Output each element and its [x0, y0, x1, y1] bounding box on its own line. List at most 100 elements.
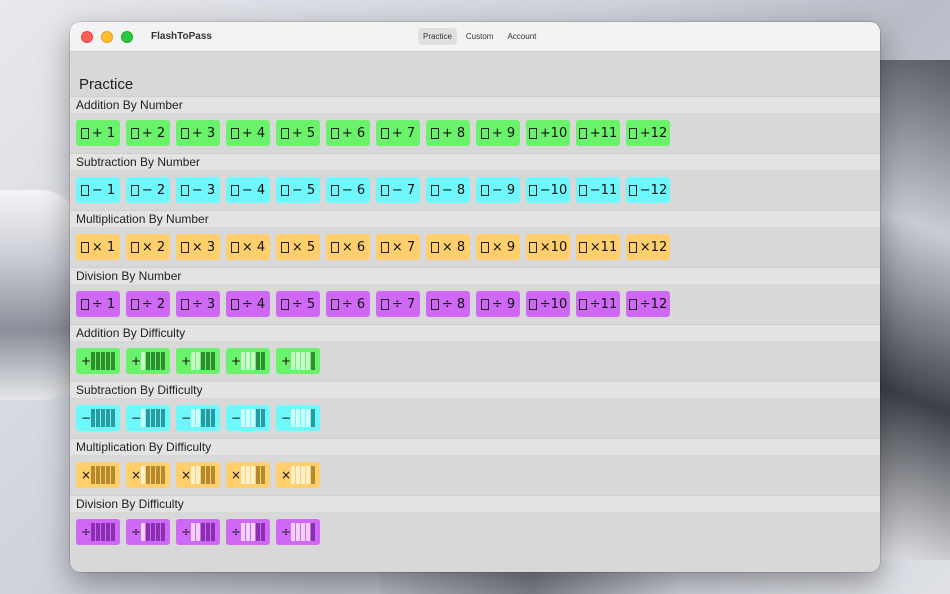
practice-number-button[interactable]: −10 — [526, 177, 570, 203]
practice-number-button[interactable]: + 3 — [176, 120, 220, 146]
practice-number-button[interactable]: +12 — [626, 120, 670, 146]
difficulty-bar — [246, 523, 250, 541]
difficulty-bar — [146, 466, 150, 484]
difficulty-bar — [241, 409, 245, 427]
button-label: ÷ 2 — [141, 296, 166, 312]
difficulty-button[interactable]: − — [226, 405, 270, 431]
difficulty-button[interactable]: − — [76, 405, 120, 431]
section-header: Division By Difficulty — [70, 495, 880, 512]
button-label: ÷ 7 — [391, 296, 416, 312]
practice-number-button[interactable]: ×11 — [576, 234, 620, 260]
practice-number-button[interactable]: × 7 — [376, 234, 420, 260]
practice-number-button[interactable]: − 4 — [226, 177, 270, 203]
difficulty-bar — [111, 409, 115, 427]
practice-number-button[interactable]: − 7 — [376, 177, 420, 203]
difficulty-button[interactable]: ÷ — [126, 519, 170, 545]
practice-number-button[interactable]: ÷10 — [526, 291, 570, 317]
tab-account[interactable]: Account — [502, 28, 541, 45]
operator-label: + — [231, 354, 242, 368]
zoom-window-button[interactable] — [121, 30, 133, 43]
practice-number-button[interactable]: + 7 — [376, 120, 420, 146]
practice-number-button[interactable]: ÷ 2 — [126, 291, 170, 317]
difficulty-bars-icon — [291, 523, 315, 541]
difficulty-button[interactable]: + — [126, 348, 170, 374]
practice-number-button[interactable]: −12 — [626, 177, 670, 203]
placeholder-box-icon — [528, 127, 537, 139]
practice-number-button[interactable]: ÷12 — [626, 291, 670, 317]
practice-number-button[interactable]: ×10 — [526, 234, 570, 260]
difficulty-button[interactable]: × — [276, 462, 320, 488]
practice-number-button[interactable]: ÷ 7 — [376, 291, 420, 317]
difficulty-button[interactable]: ÷ — [276, 519, 320, 545]
difficulty-button[interactable]: − — [276, 405, 320, 431]
difficulty-button[interactable]: × — [226, 462, 270, 488]
difficulty-button[interactable]: ÷ — [226, 519, 270, 545]
practice-number-button[interactable]: − 9 — [476, 177, 520, 203]
difficulty-bar — [291, 352, 295, 370]
practice-number-button[interactable]: × 9 — [476, 234, 520, 260]
tab-practice[interactable]: Practice — [418, 28, 457, 45]
practice-number-button[interactable]: × 8 — [426, 234, 470, 260]
practice-number-button[interactable]: × 6 — [326, 234, 370, 260]
operator-label: + — [281, 354, 292, 368]
practice-number-button[interactable]: + 5 — [276, 120, 320, 146]
practice-number-button[interactable]: − 6 — [326, 177, 370, 203]
difficulty-button[interactable]: − — [126, 405, 170, 431]
difficulty-button[interactable]: × — [126, 462, 170, 488]
practice-number-button[interactable]: ÷ 9 — [476, 291, 520, 317]
button-label: ÷12 — [639, 296, 668, 312]
practice-number-button[interactable]: − 3 — [176, 177, 220, 203]
practice-number-button[interactable]: × 4 — [226, 234, 270, 260]
practice-number-button[interactable]: ÷ 5 — [276, 291, 320, 317]
difficulty-bar — [301, 466, 305, 484]
practice-number-button[interactable]: + 2 — [126, 120, 170, 146]
practice-number-button[interactable]: × 3 — [176, 234, 220, 260]
section-header: Addition By Number — [70, 96, 880, 113]
placeholder-box-icon — [180, 127, 189, 139]
practice-number-button[interactable]: ÷ 1 — [76, 291, 120, 317]
practice-number-button[interactable]: − 1 — [76, 177, 120, 203]
practice-number-button[interactable]: − 5 — [276, 177, 320, 203]
practice-number-button[interactable]: + 9 — [476, 120, 520, 146]
difficulty-bar — [246, 352, 250, 370]
difficulty-button[interactable]: × — [176, 462, 220, 488]
practice-number-button[interactable]: − 2 — [126, 177, 170, 203]
practice-number-button[interactable]: ÷ 3 — [176, 291, 220, 317]
practice-number-button[interactable]: ÷ 8 — [426, 291, 470, 317]
practice-number-button[interactable]: ÷ 6 — [326, 291, 370, 317]
difficulty-button[interactable]: + — [76, 348, 120, 374]
practice-number-button[interactable]: + 8 — [426, 120, 470, 146]
difficulty-button[interactable]: − — [176, 405, 220, 431]
difficulty-button[interactable]: ÷ — [76, 519, 120, 545]
practice-number-button[interactable]: −11 — [576, 177, 620, 203]
practice-number-button[interactable]: × 5 — [276, 234, 320, 260]
practice-number-button[interactable]: + 6 — [326, 120, 370, 146]
practice-number-button[interactable]: ÷11 — [576, 291, 620, 317]
difficulty-bar — [146, 409, 150, 427]
tab-custom[interactable]: Custom — [461, 28, 499, 45]
difficulty-bar — [151, 352, 155, 370]
difficulty-button[interactable]: + — [176, 348, 220, 374]
difficulty-button[interactable]: × — [76, 462, 120, 488]
difficulty-bars-icon — [91, 523, 115, 541]
practice-number-button[interactable]: +11 — [576, 120, 620, 146]
button-label: − 1 — [91, 182, 116, 198]
practice-number-button[interactable]: ÷ 4 — [226, 291, 270, 317]
button-label: − 3 — [191, 182, 216, 198]
practice-number-button[interactable]: + 1 — [76, 120, 120, 146]
practice-number-button[interactable]: × 1 — [76, 234, 120, 260]
practice-number-button[interactable]: × 2 — [126, 234, 170, 260]
difficulty-bar — [211, 352, 215, 370]
difficulty-button[interactable]: ÷ — [176, 519, 220, 545]
difficulty-button[interactable]: + — [276, 348, 320, 374]
minimize-window-button[interactable] — [101, 30, 113, 43]
practice-number-button[interactable]: ×12 — [626, 234, 670, 260]
practice-number-button[interactable]: + 4 — [226, 120, 270, 146]
difficulty-bar — [196, 352, 200, 370]
difficulty-button[interactable]: + — [226, 348, 270, 374]
difficulty-bar — [251, 409, 255, 427]
difficulty-bar — [291, 523, 295, 541]
close-window-button[interactable] — [81, 30, 93, 43]
practice-number-button[interactable]: − 8 — [426, 177, 470, 203]
practice-number-button[interactable]: +10 — [526, 120, 570, 146]
